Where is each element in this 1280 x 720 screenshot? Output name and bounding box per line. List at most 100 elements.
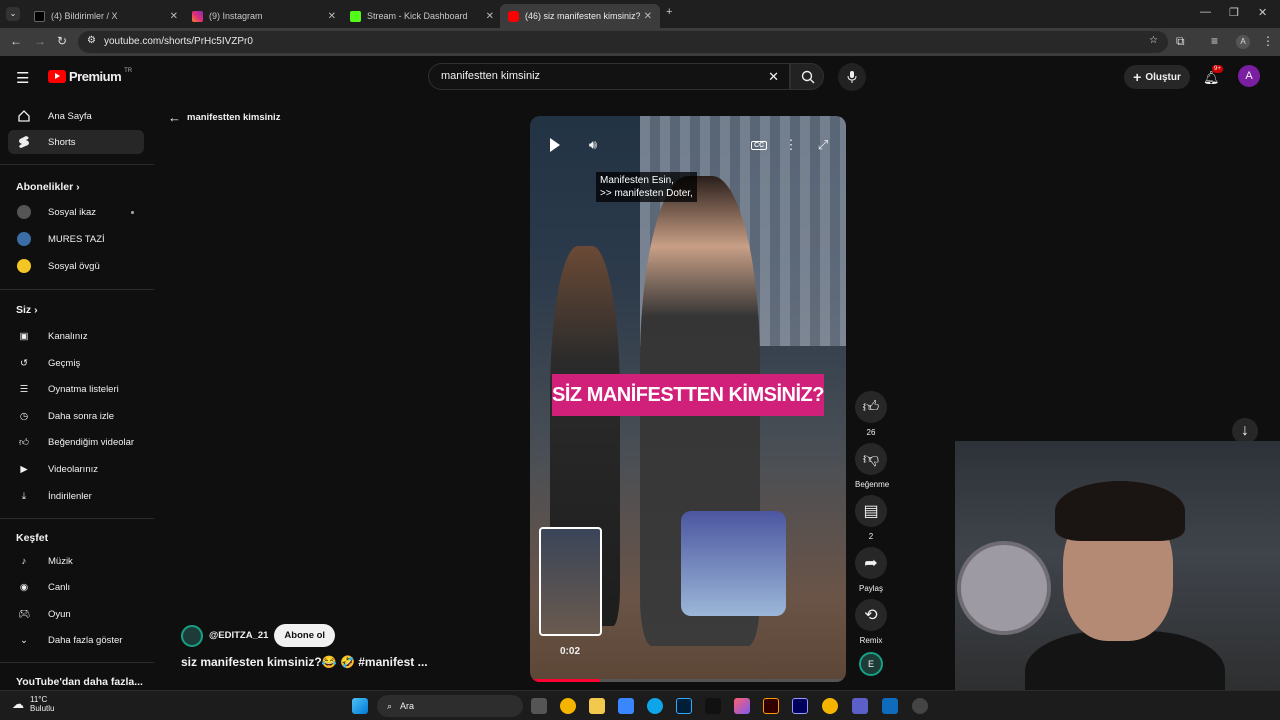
volume-icon[interactable]: 🔊︎ [584,136,602,154]
subscribe-button[interactable]: Abone ol [274,624,336,647]
shorts-video-player[interactable]: Manifesten Esin, >> manifesten Doter, SİZ… [530,116,846,682]
maximize-icon[interactable]: ❐ [1229,6,1239,19]
weather-widget[interactable]: ☁ 11°C Bulutlu [12,695,54,713]
sidebar-item-gaming[interactable]: 🎮︎ Oyun [8,602,144,626]
comments-button[interactable]: ▤ 2 [855,495,887,541]
photoshop-icon[interactable] [676,698,692,714]
illustrator-icon[interactable] [763,698,779,714]
more-options-icon[interactable]: ⋮ [782,136,800,154]
sidebar-item-your-videos[interactable]: ▶ Videolarınız [8,457,144,481]
new-tab-icon[interactable]: + [666,6,672,18]
video-caption-overlay: Manifesten Esin, >> manifesten Doter, [596,172,697,202]
browser-tab-youtube[interactable]: (46) siz manifesten kimsiniz? ✕ [500,4,660,28]
forward-icon[interactable]: → [34,34,46,48]
closed-captions-icon[interactable]: CC [750,136,768,154]
youtube-logo[interactable]: Premium TR [48,68,132,84]
subscriptions-heading[interactable]: Abonelikler › [16,181,80,193]
close-tab-icon[interactable]: ✕ [328,11,336,22]
shorts-icon [16,134,32,150]
taskbar-search-input[interactable]: ⌕ Ara [377,695,523,717]
chrome-icon[interactable] [560,698,576,714]
chrome-active-icon[interactable] [822,698,838,714]
search-input[interactable]: manifestten kimsiniz ✕ [428,63,790,90]
sidebar-item-history[interactable]: ↺ Geçmiş [8,351,144,375]
progress-bar[interactable] [530,679,846,682]
voice-search-button[interactable] [838,63,866,91]
sidebar-item-sosyal-ovgu[interactable]: Sosyal övgü [8,254,144,278]
minimize-icon[interactable]: — [1200,6,1211,18]
search-icon: ⌕ [387,700,393,711]
sound-button[interactable]: E [855,652,887,676]
profile-avatar[interactable]: A [1236,35,1250,49]
like-button[interactable]: 👍︎ 26 [855,391,887,437]
remix-button[interactable]: ⟲ Remix [855,599,887,645]
edge-icon[interactable] [647,698,663,714]
browser-tab-instagram[interactable]: (9) Instagram ✕ [184,4,344,28]
tab-search-icon[interactable]: ⌄ [6,7,20,21]
menu-icon[interactable]: ⋮ [1262,34,1274,48]
channel-avatar[interactable] [181,624,203,647]
sidebar-item-home[interactable]: Ana Sayfa [8,104,144,128]
reload-icon[interactable]: ↻ [57,34,67,48]
play-icon[interactable] [546,136,564,154]
cloud-icon: ☁ [12,697,24,711]
clear-search-icon[interactable]: ✕ [768,69,779,85]
avatar[interactable]: A [1238,65,1260,87]
share-button[interactable]: ➦ Paylaş [855,547,887,593]
your-videos-icon: ▶ [20,463,28,475]
fullscreen-icon[interactable]: ⤢ [814,136,832,154]
task-view-icon[interactable] [531,698,547,714]
close-window-icon[interactable]: ✕ [1258,6,1267,19]
site-info-icon[interactable]: ⚙ [87,35,96,46]
close-tab-icon[interactable]: ✕ [170,11,178,22]
windows-start-icon[interactable] [352,698,368,714]
back-icon[interactable]: ← [10,34,22,48]
youtube-logo-icon [508,10,519,22]
hamburger-menu-icon[interactable]: ☰ [16,69,29,87]
close-tab-icon[interactable]: ✕ [644,11,652,22]
dislike-button[interactable]: 👎︎ Beğenme [855,443,889,489]
search-button[interactable] [790,63,824,90]
sidebar-item-liked-videos[interactable]: 👍︎ Beğendiğim videolar [8,430,144,454]
url-input[interactable]: ⚙ youtube.com/shorts/PrHc5IVZPr0 ☆ [78,31,1168,53]
premiere-icon[interactable] [792,698,808,714]
like-icon: 👍︎ [19,437,29,448]
browser-tab-x[interactable]: (4) Bildirimler / X ✕ [26,4,186,28]
chevron-down-icon: ⌄ [20,634,28,646]
channel-name[interactable]: @EDITZA_21 [209,630,268,641]
create-button[interactable]: + Oluştur [1124,65,1190,89]
sidebar-item-live[interactable]: ◉ Canlı [8,575,144,599]
you-heading[interactable]: Siz › [16,304,38,316]
notifications-button[interactable]: 🔔︎ 9+ [1203,65,1223,87]
copilot-icon[interactable] [734,698,750,714]
extensions-icon[interactable]: ⧉ [1176,34,1185,49]
plus-icon: + [1133,69,1142,85]
settings-icon[interactable] [912,698,928,714]
explore-heading: Keşfet [16,532,49,544]
media-icon[interactable]: ≡ [1211,34,1218,48]
outlook-icon[interactable] [882,698,898,714]
sidebar-item-watch-later[interactable]: ◷ Daha sonra izle [8,404,144,428]
browser-tab-kick[interactable]: Stream - Kick Dashboard ✕ [342,4,502,28]
store-icon[interactable] [618,698,634,714]
sidebar: Ana Sayfa Shorts Abonelikler › Sosyal ik… [0,98,154,690]
sidebar-item-downloads[interactable]: ⤓ İndirilenler [8,484,144,508]
sidebar-item-music[interactable]: ♪ Müzik [8,549,144,573]
file-explorer-icon[interactable] [589,698,605,714]
sidebar-item-your-channel[interactable]: ▣ Kanalınız [8,324,144,348]
sidebar-item-shorts[interactable]: Shorts [8,130,144,154]
new-content-dot [131,210,134,214]
close-tab-icon[interactable]: ✕ [486,11,494,22]
bookmark-icon[interactable]: ☆ [1149,35,1158,46]
sidebar-item-show-more[interactable]: ⌄ Daha fazla göster [8,628,144,652]
divider [0,289,154,290]
sidebar-item-sosyal-ikaz[interactable]: Sosyal ikaz [8,200,144,224]
sidebar-item-mures-tazi[interactable]: MURES TAZİ [8,227,144,251]
download-icon: ⤓ [21,490,27,502]
back-to-search-button[interactable]: ← manifestten kimsiniz [168,110,280,125]
sidebar-item-playlists[interactable]: ☰ Oynatma listeleri [8,377,144,401]
video-title[interactable]: siz manifesten kimsiniz?😂 🤣 #manifest ..… [181,655,428,669]
teams-icon[interactable] [852,698,868,714]
netflix-icon[interactable] [705,698,721,714]
chevron-right-icon: › [76,181,80,193]
